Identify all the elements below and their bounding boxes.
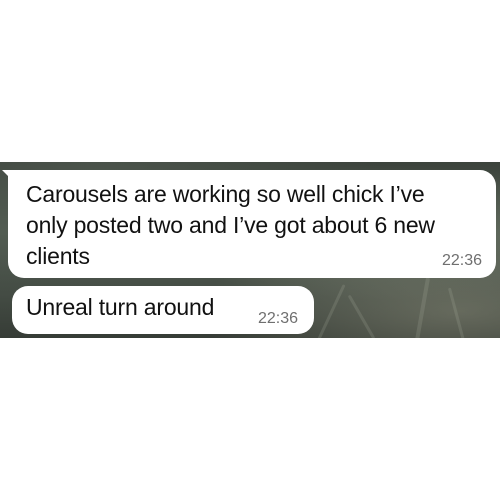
- screenshot-page: Carousels are working so well chick I’ve…: [0, 0, 500, 500]
- background-foliage: [317, 284, 346, 338]
- message-timestamp: 22:36: [441, 252, 482, 269]
- message-timestamp: 22:36: [257, 310, 298, 327]
- message-bubble[interactable]: Unreal turn around 22:36: [12, 286, 314, 334]
- background-foliage: [413, 277, 431, 338]
- message-text: Carousels are working so well chick I’ve…: [26, 181, 435, 269]
- background-foliage: [447, 287, 466, 338]
- background-foliage: [347, 294, 376, 338]
- message-text: Unreal turn around: [26, 294, 215, 320]
- message-bubble[interactable]: Carousels are working so well chick I’ve…: [8, 170, 496, 278]
